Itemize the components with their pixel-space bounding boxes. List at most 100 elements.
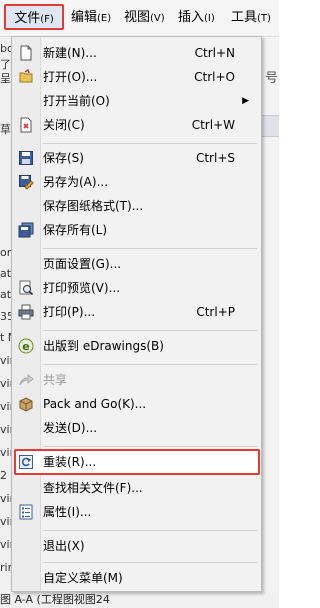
open-folder-icon: [18, 68, 34, 85]
edrawings-icon: e: [18, 338, 34, 354]
menu-view-mnemonic: (V): [150, 13, 165, 24]
menu-item-send[interactable]: 发送(D)...: [12, 416, 261, 440]
bg-drawing-view-label: 图 A-A (工程图视图24: [0, 593, 110, 606]
menu-tools-mnemonic: (T): [257, 13, 271, 24]
menu-item-label: 发送(D)...: [43, 421, 98, 435]
bg-text: 号: [265, 71, 279, 86]
menu-item-shortcut: Ctrl+S: [195, 151, 235, 165]
menu-item-label: 新建(N)...: [43, 46, 97, 60]
save-as-icon: [18, 174, 34, 190]
menu-insert-label: 插入: [178, 10, 205, 25]
menu-file-label: 文件: [14, 11, 41, 26]
menu-separator: [43, 562, 257, 563]
menu-item-label: 退出(X): [43, 539, 85, 553]
bg-text: 草: [0, 123, 11, 136]
menu-item-label: 保存(S): [43, 151, 84, 165]
close-document-icon: [18, 117, 34, 133]
pack-and-go-icon: [18, 396, 34, 412]
menu-item-open-recent[interactable]: 打开当前(O) ▶: [12, 89, 261, 113]
bg-text: vin: [0, 377, 11, 390]
menu-item-save-all[interactable]: 保存所有(L): [12, 218, 261, 242]
background-tab-strip: [262, 115, 279, 137]
menu-view-label: 视图: [124, 10, 151, 25]
menu-item-label: 属性(I)...: [43, 505, 92, 519]
save-disk-icon: [18, 150, 34, 166]
menu-item-close[interactable]: 关闭(C) Ctrl+W: [12, 113, 261, 137]
menu-tools[interactable]: 工具(T): [231, 9, 271, 27]
bg-text: vin: [0, 423, 11, 436]
menu-view[interactable]: 视图(V): [124, 9, 165, 27]
menu-item-label: Pack and Go(K)...: [43, 397, 147, 411]
menu-item-label: 另存为(A)...: [43, 175, 109, 189]
menu-item-publish-edrawings[interactable]: e 出版到 eDrawings(B): [12, 334, 261, 358]
menu-item-label: 共享: [43, 373, 68, 387]
bg-text: vin: [0, 492, 11, 505]
menu-insert[interactable]: 插入(I): [178, 9, 215, 27]
properties-icon: [18, 504, 34, 520]
background-toolbar-right: 号: [262, 37, 279, 608]
menu-item-label: 打开当前(O): [43, 94, 110, 108]
printer-icon: [18, 304, 34, 320]
bg-text: 2: [0, 469, 7, 482]
bg-text: or: [0, 246, 11, 259]
bg-text: vin: [0, 515, 11, 528]
save-all-icon: [18, 222, 34, 238]
menu-item-new[interactable]: 新建(N)... Ctrl+N: [12, 41, 261, 65]
menu-item-open[interactable]: 打开(O)... Ctrl+O: [12, 65, 261, 89]
bg-text: vin: [0, 400, 11, 413]
menu-item-reload[interactable]: 重装(R)...: [12, 450, 261, 474]
bg-text: bo: [0, 42, 11, 55]
menu-item-label: 保存图纸格式(T)...: [43, 199, 144, 213]
menu-item-save[interactable]: 保存(S) Ctrl+S: [12, 146, 261, 170]
menu-item-shortcut: Ctrl+N: [194, 46, 235, 60]
menu-item-page-setup[interactable]: 页面设置(G)...: [12, 252, 261, 276]
reload-icon: [18, 454, 34, 470]
menu-item-label: 查找相关文件(F)...: [43, 481, 143, 495]
menu-item-label: 重装(R)...: [43, 455, 97, 469]
menu-item-label: 出版到 eDrawings(B): [43, 339, 164, 353]
svg-text:e: e: [22, 340, 29, 353]
menu-item-shortcut: Ctrl+O: [194, 70, 235, 84]
menu-item-label: 打印(P)...: [43, 305, 96, 319]
bg-text: at: [0, 267, 11, 280]
menu-item-customize-menu[interactable]: 自定义菜单(M): [12, 566, 261, 590]
bg-text: t N: [0, 331, 11, 344]
share-icon: [18, 372, 34, 388]
menu-item-find-references[interactable]: 查找相关文件(F)...: [12, 476, 261, 500]
menu-insert-mnemonic: (I): [204, 13, 215, 24]
menu-file[interactable]: 文件(F): [4, 4, 64, 30]
background-feature-tree: bo 了 呈 草 or at at 35 t N vin vin vin vin…: [0, 37, 11, 608]
menu-edit-label: 编辑: [71, 10, 98, 25]
menu-tools-label: 工具: [231, 10, 258, 25]
menu-item-save-sheet-format[interactable]: 保存图纸格式(T)...: [12, 194, 261, 218]
file-menu-dropdown: 新建(N)... Ctrl+N 打开(O)... Ctrl+O 打开当前(O) …: [11, 36, 262, 592]
menu-separator: [43, 330, 257, 331]
menu-item-exit[interactable]: 退出(X): [12, 534, 261, 558]
menu-item-shortcut: Ctrl+W: [191, 118, 235, 132]
menu-item-label: 打开(O)...: [43, 70, 98, 84]
menu-separator: [43, 143, 257, 144]
bg-text: rin: [0, 561, 11, 574]
bg-text: 35: [0, 310, 11, 323]
new-document-icon: [18, 45, 34, 61]
menu-item-label: 关闭(C): [43, 118, 85, 132]
print-preview-icon: [18, 280, 34, 296]
menu-file-mnemonic: (F): [40, 14, 54, 25]
background-status-text: 图 A-A (工程图视图24: [0, 592, 279, 608]
bg-text: 呈: [0, 72, 11, 85]
menu-item-pack-and-go[interactable]: Pack and Go(K)...: [12, 392, 261, 416]
menu-item-shortcut: Ctrl+P: [196, 305, 235, 319]
menu-edit-mnemonic: (E): [97, 13, 112, 24]
bg-text: vin: [0, 446, 11, 459]
bg-text: vin: [0, 354, 11, 367]
menu-item-share: 共享: [12, 368, 261, 392]
menu-item-print-preview[interactable]: 打印预览(V)...: [12, 276, 261, 300]
menu-separator: [43, 530, 257, 531]
menu-item-properties[interactable]: 属性(I)...: [12, 500, 261, 524]
menu-item-print[interactable]: 打印(P)... Ctrl+P: [12, 300, 261, 324]
menu-item-label: 自定义菜单(M): [43, 571, 123, 585]
menu-separator: [43, 446, 257, 447]
menu-edit[interactable]: 编辑(E): [71, 9, 111, 27]
menu-item-save-as[interactable]: 另存为(A)...: [12, 170, 261, 194]
menu-item-label: 页面设置(G)...: [43, 257, 122, 271]
